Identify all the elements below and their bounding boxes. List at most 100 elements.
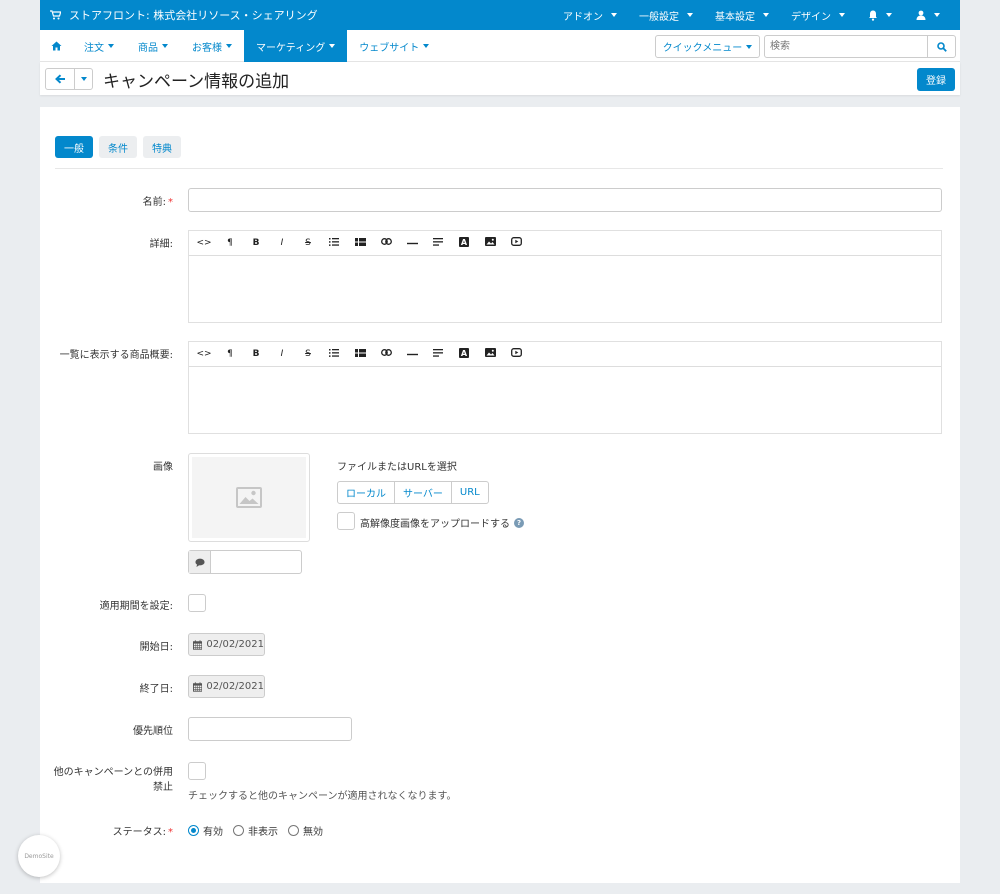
alt-text-input[interactable] — [211, 551, 301, 573]
video-icon[interactable] — [503, 348, 529, 360]
strikethrough-icon[interactable]: S — [295, 238, 321, 248]
help-icon[interactable]: ? — [514, 517, 524, 528]
font-color-icon[interactable]: A — [451, 347, 477, 361]
status-hidden-radio[interactable]: 非表示 — [233, 823, 278, 838]
image-placeholder-icon — [236, 487, 262, 508]
user-icon — [916, 10, 926, 20]
caret-down-icon — [108, 44, 114, 48]
storefront-label: ストアフロント: 株式会社リソース・シェアリング — [69, 9, 318, 22]
video-icon[interactable] — [503, 237, 529, 249]
tab-divider — [55, 168, 943, 169]
link-icon[interactable] — [373, 349, 399, 359]
caret-down-icon — [763, 13, 769, 17]
caret-down-icon — [162, 44, 168, 48]
list-icon[interactable] — [321, 348, 347, 360]
nav-customers[interactable]: お客様 — [180, 30, 244, 62]
home-link[interactable] — [40, 30, 72, 62]
align-icon[interactable] — [425, 348, 451, 360]
tab-general[interactable]: 一般 — [55, 136, 93, 158]
menu-design[interactable]: デザイン — [780, 0, 856, 30]
font-color-icon[interactable]: A — [451, 236, 477, 250]
caret-down-icon — [687, 13, 693, 17]
details-editor: <> ¶ B I S A — [188, 230, 942, 323]
end-date-label: 終了日: — [139, 684, 173, 695]
image-label: 画像 — [153, 462, 173, 473]
horizontal-rule-icon[interactable] — [399, 238, 425, 248]
name-input[interactable] — [188, 188, 942, 212]
italic-icon[interactable]: I — [269, 238, 295, 248]
status-active-radio[interactable]: 有効 — [188, 823, 223, 838]
priority-input[interactable] — [188, 717, 352, 741]
nav-website[interactable]: ウェブサイト — [347, 30, 441, 62]
main-panel: 一般 条件 特典 名前: * 詳細: <> ¶ B I S A 一覧に表示する商品… — [40, 107, 960, 883]
calendar-icon — [193, 681, 203, 692]
strikethrough-icon[interactable]: S — [295, 349, 321, 359]
radio-dot — [188, 825, 199, 836]
menu-basic-settings[interactable]: 基本設定 — [704, 0, 780, 30]
back-dropdown-toggle[interactable] — [75, 69, 92, 89]
nav-marketing[interactable]: マーケティング — [244, 30, 348, 62]
caret-down-icon — [80, 77, 87, 81]
storefront-selector[interactable]: ストアフロント: 株式会社リソース・シェアリング — [50, 0, 318, 30]
exclusive-checkbox[interactable] — [188, 762, 206, 780]
home-icon — [51, 41, 61, 51]
paragraph-icon[interactable]: ¶ — [217, 238, 243, 248]
editor-toolbar: <> ¶ B I S A — [189, 342, 941, 367]
radio-dot — [288, 825, 299, 836]
table-icon[interactable] — [347, 237, 373, 249]
caret-down-icon — [226, 44, 232, 48]
caret-down-icon — [934, 13, 940, 17]
align-icon[interactable] — [425, 237, 451, 249]
image-icon[interactable] — [477, 348, 503, 360]
radio-dot — [233, 825, 244, 836]
italic-icon[interactable]: I — [269, 349, 295, 359]
svg-text:A: A — [461, 349, 468, 358]
search-box — [764, 35, 956, 58]
code-view-icon[interactable]: <> — [191, 349, 217, 359]
search-input[interactable] — [765, 36, 927, 57]
tab-conditions[interactable]: 条件 — [99, 136, 137, 158]
tab-bonuses[interactable]: 特典 — [143, 136, 181, 158]
bold-icon[interactable]: B — [243, 349, 269, 359]
menu-general-settings[interactable]: 一般設定 — [628, 0, 704, 30]
list-icon[interactable] — [321, 237, 347, 249]
hires-option: 高解像度画像をアップロードする ? — [360, 515, 524, 530]
image-icon[interactable] — [477, 237, 503, 249]
period-label: 適用期間を設定: — [99, 601, 173, 612]
demo-site-badge[interactable]: DemoSite — [18, 835, 60, 877]
hires-label: 高解像度画像をアップロードする — [360, 519, 510, 530]
details-textarea[interactable] — [189, 256, 941, 322]
period-checkbox[interactable] — [188, 594, 206, 612]
summary-textarea[interactable] — [189, 367, 941, 433]
required-marker: * — [168, 197, 173, 208]
local-upload-button[interactable]: ローカル — [338, 482, 395, 503]
url-upload-button[interactable]: URL — [452, 482, 488, 503]
code-view-icon[interactable]: <> — [191, 238, 217, 248]
horizontal-rule-icon[interactable] — [399, 349, 425, 359]
upload-source-group: ローカル サーバー URL — [337, 481, 489, 504]
end-date-input[interactable]: 02/02/2021 — [188, 675, 265, 698]
link-icon[interactable] — [373, 238, 399, 248]
comment-icon — [189, 551, 211, 573]
save-button[interactable]: 登録 — [917, 68, 955, 91]
menu-addons[interactable]: アドオン — [552, 0, 628, 30]
nav-products[interactable]: 商品 — [126, 30, 180, 62]
quick-menu-button[interactable]: クイックメニュー — [655, 35, 760, 58]
table-icon[interactable] — [347, 348, 373, 360]
notifications-menu[interactable] — [856, 0, 904, 30]
nav-orders[interactable]: 注文 — [72, 30, 126, 62]
user-menu[interactable] — [904, 0, 946, 30]
start-date-input[interactable]: 02/02/2021 — [188, 633, 265, 656]
bold-icon[interactable]: B — [243, 238, 269, 248]
top-bar: ストアフロント: 株式会社リソース・シェアリング アドオン 一般設定 基本設定 … — [40, 0, 960, 30]
back-button-group — [45, 68, 93, 90]
hires-checkbox[interactable] — [337, 512, 355, 530]
file-select-label: ファイルまたはURLを選択 — [337, 462, 457, 473]
status-disabled-radio[interactable]: 無効 — [288, 823, 323, 838]
back-button[interactable] — [46, 69, 75, 89]
paragraph-icon[interactable]: ¶ — [217, 349, 243, 359]
server-upload-button[interactable]: サーバー — [395, 482, 452, 503]
tabs: 一般 条件 特典 — [55, 136, 181, 158]
caret-down-icon — [839, 13, 845, 17]
search-button[interactable] — [927, 36, 955, 57]
